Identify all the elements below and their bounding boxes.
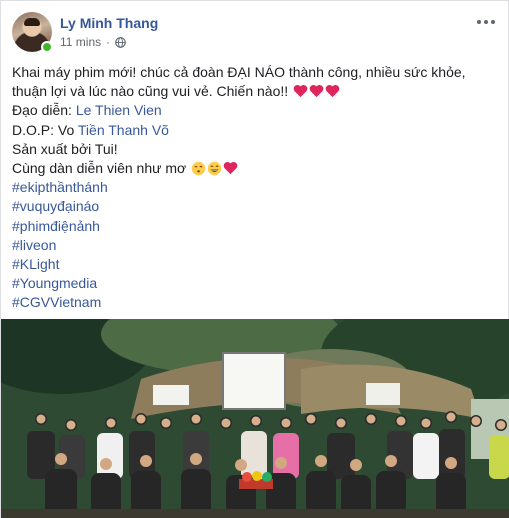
kissing-face-emoji-icon [191, 161, 206, 176]
hashtag-link[interactable]: #vuquyđạináo [12, 197, 502, 216]
avatar-hair [24, 18, 40, 26]
post-line-2: thuận lợi và lúc nào cũng vui vẻ. Chiến … [12, 82, 502, 101]
heart-emoji-icon [309, 85, 324, 98]
grinning-face-emoji-icon [207, 161, 222, 176]
cast-text: Cùng dàn diễn viên như mơ [12, 160, 187, 177]
director-link[interactable]: Le Thien Vien [76, 102, 162, 118]
heart-emoji-icon [223, 161, 238, 175]
dop-label: D.O.P: Vo [12, 121, 78, 138]
author-name[interactable]: Ly Minh Thang [60, 15, 158, 31]
cast-line: Cùng dàn diễn viên như mơ [12, 159, 502, 178]
post-line-2-text: thuận lợi và lúc nào cũng vui vẻ. Chiến … [12, 83, 289, 100]
facebook-post: Ly Minh Thang 11 mins · Khai máy phim mớ… [0, 0, 509, 518]
post-meta: 11 mins · [60, 35, 126, 49]
heart-emoji-icon [325, 85, 340, 98]
hashtag-link[interactable]: #Youngmedia [12, 274, 502, 293]
timestamp[interactable]: 11 mins [60, 35, 101, 49]
post-text: Khai máy phim mới! chúc cả đoàn ĐẠI NÁO … [12, 63, 502, 313]
hashtag-link[interactable]: #phimđiệnảnh [12, 217, 502, 236]
globe-icon[interactable] [115, 36, 126, 48]
dop-link[interactable]: Tiền Thanh Võ [78, 122, 169, 138]
director-label: Đạo diễn: [12, 102, 76, 119]
hashtag-link[interactable]: #KLight [12, 255, 502, 274]
hashtag-link[interactable]: #ekipthầnthánh [12, 178, 502, 197]
hashtag-link[interactable]: #CGVVietnam [12, 293, 502, 312]
online-status-icon [41, 41, 53, 53]
post-line-1: Khai máy phim mới! chúc cả đoàn ĐẠI NÁO … [12, 64, 466, 80]
director-line: Đạo diễn: Le Thien Vien [12, 101, 502, 120]
post-photo[interactable] [1, 319, 509, 518]
dop-line: D.O.P: Vo Tiền Thanh Võ [12, 121, 502, 140]
producer-line: Sản xuất bởi Tui! [12, 140, 118, 157]
heart-emoji-icon [293, 85, 308, 98]
meta-separator: · [106, 35, 111, 49]
hashtag-link[interactable]: #liveon [12, 236, 502, 255]
more-options-icon[interactable] [474, 15, 498, 29]
group-photo-illustration [1, 319, 509, 518]
